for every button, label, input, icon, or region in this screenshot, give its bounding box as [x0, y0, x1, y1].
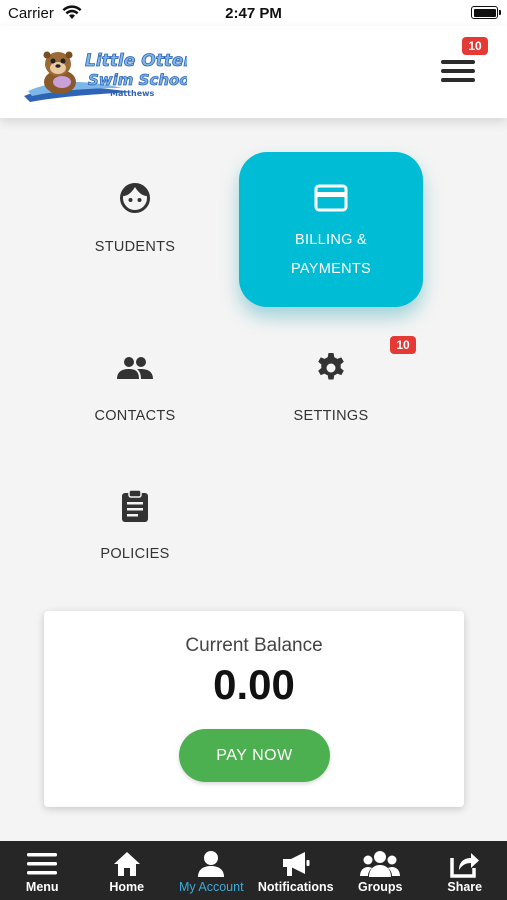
megaphone-icon	[281, 849, 311, 879]
settings-tile[interactable]: SETTINGS 10	[239, 336, 423, 440]
balance-card: Current Balance 0.00 PAY NOW	[44, 611, 464, 807]
status-time: 2:47 PM	[225, 5, 282, 22]
logo-line2: Swim School	[88, 71, 187, 89]
clipboard-icon	[117, 488, 153, 524]
contacts-label: CONTACTS	[94, 408, 176, 424]
people-icon	[117, 350, 153, 386]
menu-button[interactable]	[436, 54, 476, 94]
settings-notification-badge: 10	[390, 336, 416, 354]
tab-my-account[interactable]: My Account	[169, 841, 254, 900]
menu-icon	[27, 849, 58, 879]
bottom-tab-bar: Menu Home My Account Notifications Group…	[0, 841, 507, 900]
share-icon	[450, 849, 480, 879]
credit-card-icon	[313, 180, 349, 216]
tab-notifications-label: Notifications	[257, 880, 334, 894]
billing-label-line2: PAYMENTS	[290, 261, 371, 277]
students-label: STUDENTS	[94, 239, 176, 255]
hamburger-icon	[441, 60, 475, 64]
battery-icon	[471, 6, 501, 19]
home-icon	[113, 849, 141, 879]
policies-label: POLICIES	[100, 546, 170, 562]
groups-icon	[360, 849, 401, 879]
balance-amount: 0.00	[213, 661, 295, 708]
pay-now-button[interactable]: PAY NOW	[179, 729, 330, 782]
status-bar: Carrier 2:47 PM	[0, 0, 507, 26]
logo-line1: Little Otter	[85, 51, 187, 71]
students-tile[interactable]: STUDENTS	[43, 180, 227, 300]
account-icon	[197, 849, 225, 879]
settings-label: SETTINGS	[293, 408, 369, 424]
tab-share[interactable]: Share	[423, 841, 507, 900]
gear-icon	[313, 350, 349, 386]
logo-line3: Matthews	[110, 89, 155, 98]
tab-groups[interactable]: Groups	[338, 841, 423, 900]
menu-notification-badge: 10	[462, 37, 488, 55]
policies-tile[interactable]: POLICIES	[43, 488, 227, 578]
tab-menu[interactable]: Menu	[0, 841, 85, 900]
app-header: Little Otter Swim School Matthews 10	[0, 26, 507, 118]
tab-menu-label: Menu	[25, 880, 59, 894]
billing-payments-tile[interactable]: BILLING & PAYMENTS	[239, 152, 423, 307]
tab-home-label: Home	[109, 880, 145, 894]
tab-my-account-label: My Account	[178, 880, 244, 894]
contacts-tile[interactable]: CONTACTS	[43, 350, 227, 440]
face-icon	[117, 180, 153, 216]
school-logo[interactable]: Little Otter Swim School Matthews	[22, 44, 196, 104]
tab-groups-label: Groups	[358, 880, 403, 894]
balance-label: Current Balance	[185, 635, 323, 656]
tab-share-label: Share	[447, 880, 483, 894]
tab-home[interactable]: Home	[85, 841, 170, 900]
billing-label-line1: BILLING &	[294, 232, 367, 248]
tab-notifications[interactable]: Notifications	[254, 841, 339, 900]
